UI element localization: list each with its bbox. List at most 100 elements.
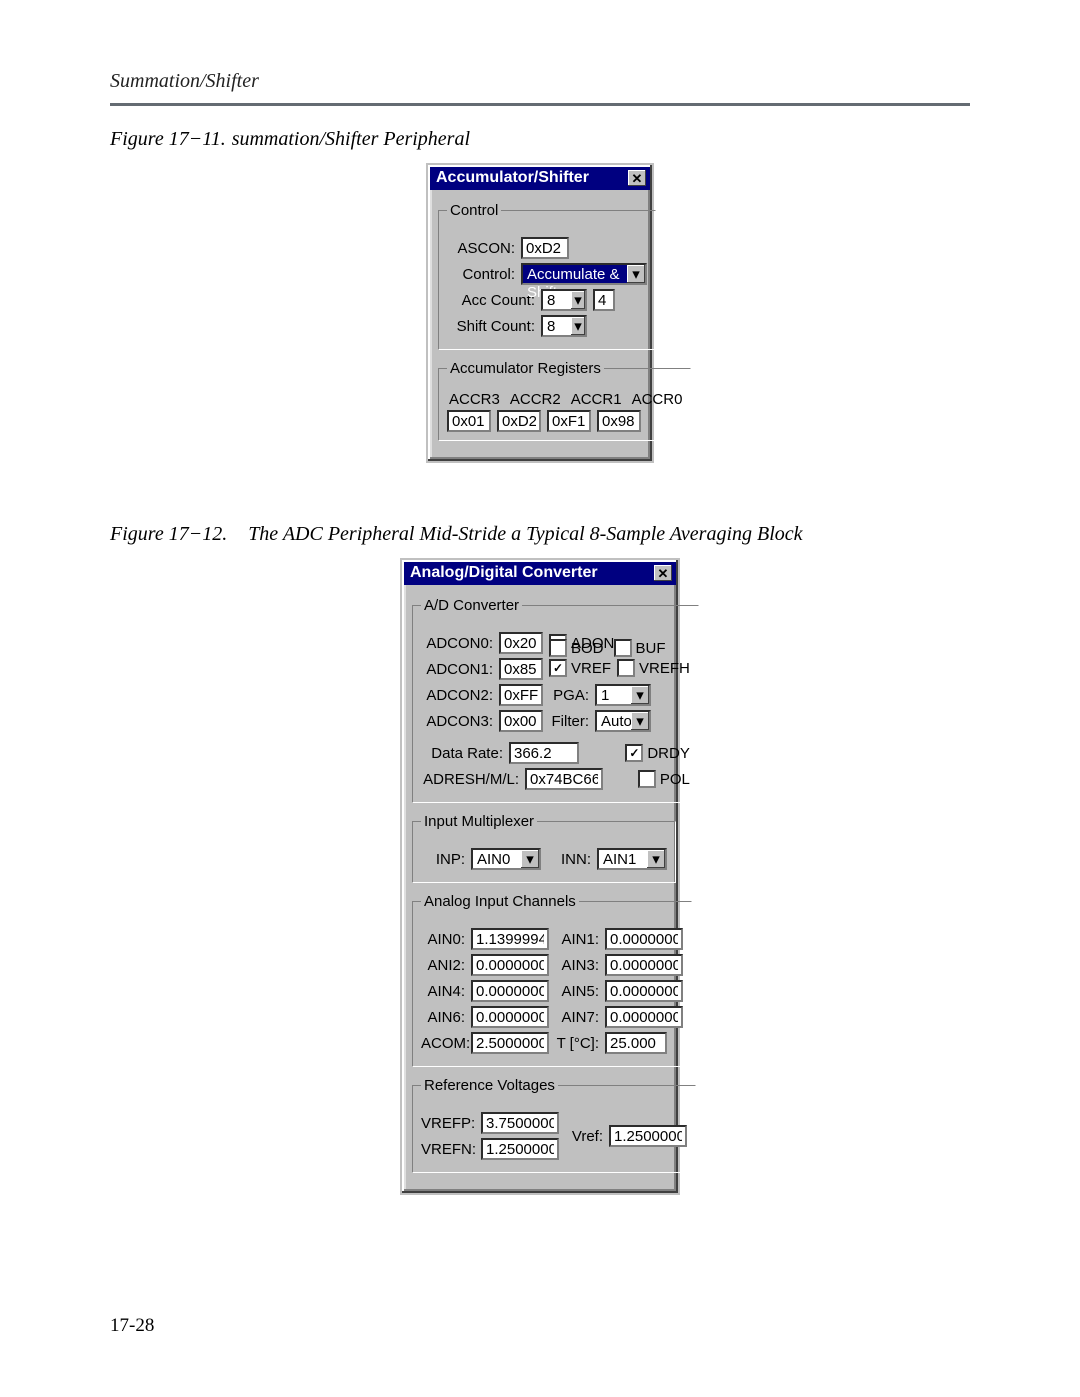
acc-count-select[interactable]: 8 ▾ (541, 289, 587, 311)
pol-checkbox[interactable]: POL (638, 770, 690, 788)
adcon3-field[interactable] (499, 710, 543, 732)
input-multiplexer-label: Input Multiplexer (421, 813, 537, 830)
inn-select[interactable]: AIN1 ▾ (597, 848, 667, 870)
chevron-down-icon[interactable]: ▾ (571, 291, 585, 309)
close-icon[interactable]: ✕ (628, 170, 646, 186)
accr1-field[interactable] (547, 410, 591, 432)
filter-select[interactable]: Auto ▾ (595, 710, 651, 732)
checkbox-icon (625, 744, 643, 762)
reference-voltages-group: Reference Voltages VREFP: VREFN: (412, 1077, 696, 1173)
accr2-field[interactable] (497, 410, 541, 432)
accr0-label: ACCR0 (632, 391, 683, 408)
adcon2-field[interactable] (499, 684, 543, 706)
ain6-label: AIN6: (421, 1009, 465, 1026)
control-select-value: Accumulate & Shift (523, 265, 627, 283)
close-icon[interactable]: ✕ (654, 565, 672, 581)
ain1-field[interactable] (605, 928, 683, 950)
acc-count-extra-field[interactable] (593, 289, 615, 311)
acc-count-label: Acc Count: (447, 292, 535, 309)
chevron-down-icon[interactable]: ▾ (571, 317, 585, 335)
accr3-field[interactable] (447, 410, 491, 432)
shift-count-select[interactable]: 8 ▾ (541, 315, 587, 337)
adcon0-field[interactable] (499, 632, 543, 654)
accr3-label: ACCR3 (449, 391, 500, 408)
pga-label: PGA: (549, 687, 589, 704)
inn-value: AIN1 (599, 850, 647, 868)
adcon2-label: ADCON2: (421, 687, 493, 704)
acom-label: ACOM: (421, 1035, 465, 1052)
pga-value: 1 (597, 686, 631, 704)
pol-label: POL (660, 771, 690, 788)
ain0-field[interactable] (471, 928, 549, 950)
accumulator-titlebar[interactable]: Accumulator/Shifter ✕ (430, 167, 650, 190)
accumulator-title: Accumulator/Shifter (436, 169, 589, 187)
running-head: Summation/Shifter (110, 70, 970, 99)
figure-1711-number: Figure 17−11. (110, 128, 226, 150)
adc-title: Analog/Digital Converter (410, 564, 598, 582)
inp-label: INP: (421, 851, 465, 868)
checkbox-icon (549, 639, 567, 657)
bod-label: BOD (571, 640, 604, 657)
header-rule (110, 103, 970, 106)
chevron-down-icon[interactable]: ▾ (631, 686, 649, 704)
analog-input-channels-group: Analog Input Channels AIN0: AIN1: ANI2: … (412, 893, 692, 1067)
shift-count-label: Shift Count: (447, 318, 535, 335)
ain7-label: AIN7: (555, 1009, 599, 1026)
adcon1-label: ADCON1: (421, 661, 493, 678)
accr0-field[interactable] (597, 410, 641, 432)
ani2-label: ANI2: (421, 957, 465, 974)
ani2-field[interactable] (471, 954, 549, 976)
ain3-label: AIN3: (555, 957, 599, 974)
drdy-checkbox[interactable]: DRDY (625, 744, 690, 762)
tc-label: T [°C]: (555, 1035, 599, 1052)
drdy-label: DRDY (647, 745, 690, 762)
ascon-label: ASCON: (447, 240, 515, 257)
adresh-field[interactable] (525, 768, 603, 790)
vref-field[interactable] (609, 1125, 687, 1147)
bod-checkbox[interactable]: BOD (549, 639, 604, 657)
chevron-down-icon[interactable]: ▾ (627, 265, 645, 283)
vrefp-field[interactable] (481, 1112, 559, 1134)
ain6-field[interactable] (471, 1006, 549, 1028)
figure-1712-caption: Figure 17−12. The ADC Peripheral Mid-Str… (110, 523, 970, 546)
filter-label: Filter: (549, 713, 589, 730)
vref-checkbox[interactable]: VREF (549, 659, 611, 677)
adcon0-label: ADCON0: (421, 635, 493, 652)
ain5-label: AIN5: (555, 983, 599, 1000)
ain5-field[interactable] (605, 980, 683, 1002)
inp-value: AIN0 (473, 850, 521, 868)
ain7-field[interactable] (605, 1006, 683, 1028)
figure-1711-caption: Figure 17−11. summation/Shifter Periphera… (110, 128, 970, 151)
chevron-down-icon[interactable]: ▾ (521, 850, 539, 868)
reference-voltages-label: Reference Voltages (421, 1077, 558, 1094)
adresh-label: ADRESH/M/L: (421, 771, 519, 788)
ad-converter-group: A/D Converter ADCON0: ADON ADCON1: BOD B… (412, 597, 699, 803)
tc-field[interactable] (605, 1032, 667, 1054)
buf-label: BUF (636, 640, 666, 657)
adc-titlebar[interactable]: Analog/Digital Converter ✕ (404, 562, 676, 585)
figure-1711-title: summation/Shifter Peripheral (232, 128, 470, 150)
vrefh-checkbox[interactable]: VREFH (617, 659, 690, 677)
inp-select[interactable]: AIN0 ▾ (471, 848, 541, 870)
inn-label: INN: (547, 851, 591, 868)
control-label: Control: (447, 266, 515, 283)
accumulator-registers-label: Accumulator Registers (447, 360, 604, 377)
buf-checkbox[interactable]: BUF (614, 639, 666, 657)
accumulator-registers-group: Accumulator Registers ACCR3 ACCR2 ACCR1 … (438, 360, 691, 441)
data-rate-field[interactable] (509, 742, 579, 764)
control-select[interactable]: Accumulate & Shift ▾ (521, 263, 647, 285)
ain0-label: AIN0: (421, 931, 465, 948)
pga-select[interactable]: 1 ▾ (595, 684, 651, 706)
chevron-down-icon[interactable]: ▾ (631, 712, 649, 730)
ascon-field[interactable] (521, 237, 569, 259)
ain3-field[interactable] (605, 954, 683, 976)
chevron-down-icon[interactable]: ▾ (647, 850, 665, 868)
vrefn-field[interactable] (481, 1138, 559, 1160)
adcon3-label: ADCON3: (421, 713, 493, 730)
adcon1-field[interactable] (499, 658, 543, 680)
checkbox-icon (638, 770, 656, 788)
ain4-field[interactable] (471, 980, 549, 1002)
acom-field[interactable] (471, 1032, 549, 1054)
ad-converter-label: A/D Converter (421, 597, 522, 614)
input-multiplexer-group: Input Multiplexer INP: AIN0 ▾ INN: AIN1 … (412, 813, 676, 883)
